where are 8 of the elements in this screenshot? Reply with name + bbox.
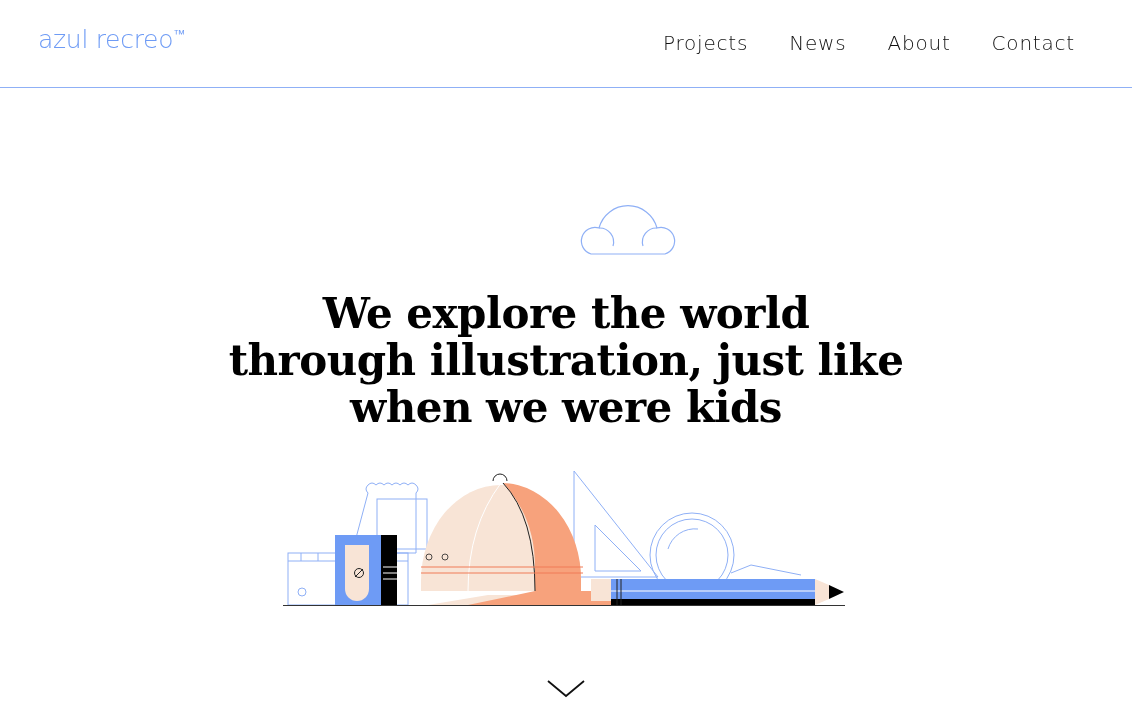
- headline: when we were kids: [350, 384, 782, 431]
- headline: We explore the world: [322, 290, 810, 337]
- nav-link[interactable]: Projects: [662, 27, 749, 58]
- headline: through illustration, just like: [228, 337, 904, 384]
- nav-link[interactable]: Contact: [991, 27, 1075, 58]
- scroll-down-chevron-icon[interactable]: [547, 679, 585, 699]
- nav-link[interactable]: About: [887, 27, 951, 58]
- nav-link[interactable]: News: [789, 27, 847, 58]
